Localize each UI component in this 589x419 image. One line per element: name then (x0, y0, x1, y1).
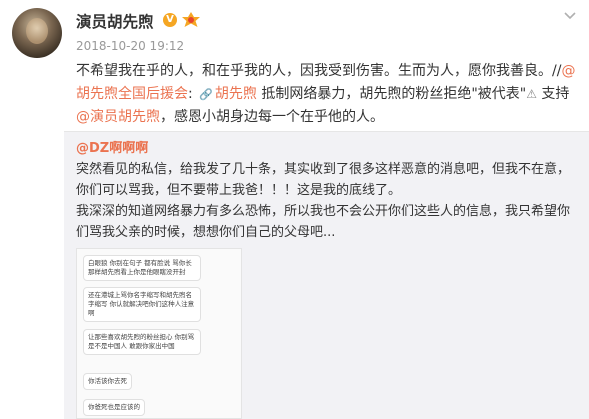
chevron-down-icon[interactable] (562, 7, 578, 23)
repost-author-link[interactable]: @DZ啊啊啊 (76, 141, 148, 156)
link-icon: 🔗 (199, 88, 213, 101)
repost-paragraph-2: 我深深的知道网络暴力有多么恐怖，所以我也不会公开你们这些人的信息，我只希望你们骂… (76, 204, 571, 240)
post-text-part4: 支持 (536, 86, 570, 102)
message-bubble: 白眼狼 你别在句子 都有脸说 骂你长那样胡先煦看上你是他眼瞎没开封 (83, 255, 201, 281)
warning-icon: ⚠ (526, 87, 537, 101)
message-bubble: 还在港城上骂你名字缩写和胡先煦名字缩写 你认就解决吧你们这种人注意啊 (83, 287, 201, 322)
topic-link[interactable]: 胡先煦 (215, 86, 257, 102)
post-text: 不希望我在乎的人，和在乎我的人，因我受到伤害。生而为人，愿你我善良。//@胡先煦… (76, 60, 581, 129)
weibo-post: 演员胡先煦 V 2018-10-20 19:12 不希望我在乎的人，和在乎我的人… (0, 0, 589, 419)
repost-paragraph-1: 突然看见的私信，给我发了几十条，其实收到了很多这样恶意的消息吧，但我不在意，你们… (76, 162, 571, 198)
username[interactable]: 演员胡先煦 (76, 10, 154, 32)
message-bubble: 你活该你去死 (83, 373, 132, 390)
repost-text: @DZ啊啊啊 突然看见的私信，给我发了几十条，其实收到了很多这样恶意的消息吧，但… (76, 138, 581, 243)
verified-v-icon: V (163, 13, 177, 27)
message-bubble: 你爸死也是应该的 (83, 399, 145, 416)
mention-actor-link[interactable]: @演员胡先煦 (76, 109, 160, 125)
post-text-part1: 不希望我在乎的人，和在乎我的人，因我受到伤害。生而为人，愿你我善良。// (76, 63, 562, 79)
message-bubble: 让那些喜欢胡先煦的粉丝担心 你别骂是不是中国人 敢跟你家出中国 (83, 329, 201, 355)
post-text-part2: : (188, 86, 193, 102)
post-text-part5: ，感恩小胡身边每一个在乎他的人。 (160, 109, 384, 125)
avatar[interactable] (12, 8, 62, 58)
timestamp[interactable]: 2018-10-20 19:12 (76, 39, 184, 53)
member-badge-icon[interactable] (181, 11, 201, 28)
repost-screenshot-image[interactable]: 白眼狼 你别在句子 都有脸说 骂你长那样胡先煦看上你是他眼瞎没开封 还在港城上骂… (76, 248, 242, 419)
post-text-part3: 抵制网络暴力，胡先煦的粉丝拒绝"被代表" (256, 86, 527, 102)
